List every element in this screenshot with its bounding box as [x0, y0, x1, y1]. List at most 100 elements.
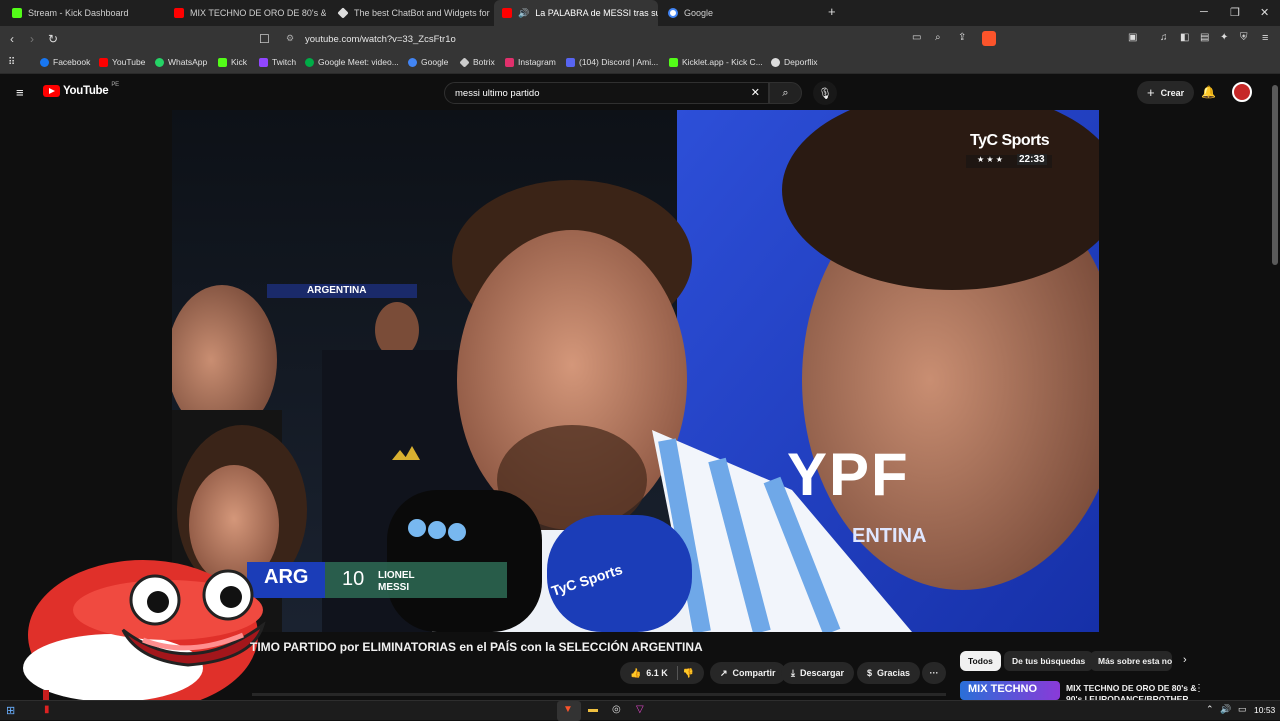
kicklet-icon [669, 57, 678, 67]
restore-icon[interactable]: ❐ [1230, 6, 1240, 19]
cast-icon[interactable]: ▭ [912, 32, 921, 43]
recommended-title[interactable]: MIX TECHNO DE ORO DE 80's & [1066, 683, 1197, 693]
tab-mix-techno[interactable]: MIX TECHNO DE ORO DE 80's & 90's [166, 0, 326, 26]
tab-label: The best ChatBot and Widgets for Ki [354, 8, 490, 18]
tab-label: La PALABRA de MESSI tras su [535, 8, 658, 18]
tray-chevron-icon[interactable]: ⌃ [1206, 704, 1214, 715]
search-button[interactable]: ⌕ [769, 82, 802, 104]
kebab-menu-icon[interactable]: ⋮ [1194, 683, 1204, 694]
brave-shield-icon[interactable] [982, 31, 996, 46]
twitch-icon [259, 57, 268, 67]
ypf-sponsor-text: YPF [787, 441, 910, 508]
forward-icon[interactable]: › [30, 32, 34, 46]
bookmark-whatsapp[interactable]: WhatsApp [155, 57, 207, 67]
bookmark-icon[interactable]: ☐ [259, 32, 270, 46]
download-button[interactable]: ⤓ Descargar [781, 662, 855, 684]
notifications-bell-icon[interactable]: 🔔 [1201, 85, 1216, 99]
chip-more-about[interactable]: Más sobre esta not [1090, 651, 1172, 671]
bookmark-botrix[interactable]: Botrix [459, 56, 495, 68]
tab-kick-dashboard[interactable]: Stream - Kick Dashboard [4, 0, 164, 26]
create-label: Crear [1160, 87, 1185, 98]
network-icon[interactable]: ▭ [1238, 704, 1247, 715]
file-explorer-icon[interactable]: ▬ [588, 704, 598, 715]
thumbnail-text: MIX TECHNO [968, 683, 1038, 695]
thanks-label: Gracias [877, 668, 911, 678]
music-icon[interactable]: ♫ [1160, 32, 1168, 43]
tab-google[interactable]: Google [660, 0, 820, 26]
chip-from-searches[interactable]: De tus búsquedas [1004, 651, 1094, 671]
system-clock[interactable]: 10:53 [1254, 705, 1275, 715]
search-query: messi ultimo partido [455, 87, 540, 99]
share-button[interactable]: ↗ Compartir [710, 662, 786, 684]
speaker-icon[interactable]: 🔊 [518, 8, 529, 19]
pinned-app-icon[interactable]: ▮ [44, 704, 50, 715]
reload-icon[interactable]: ↻ [48, 32, 58, 46]
obs-icon[interactable]: ◎ [612, 704, 621, 715]
tab-chatbot[interactable]: The best ChatBot and Widgets for Ki [330, 0, 490, 26]
hamburger-menu-icon[interactable]: ≡ [16, 85, 24, 100]
url-text: youtube.com/watch?v=33_ZcsFtr1o [305, 34, 456, 45]
sponsor-subtext: ENTINA [852, 525, 927, 547]
avatar[interactable] [1232, 82, 1252, 102]
address-bar[interactable]: ⚙ youtube.com/watch?v=33_ZcsFtr1o [280, 29, 1000, 50]
like-button[interactable]: 👍 6.1 K 👎 [620, 662, 704, 684]
kick-icon [218, 57, 227, 67]
back-icon[interactable]: ‹ [10, 32, 14, 46]
more-actions-button[interactable]: ··· [922, 662, 946, 684]
youtube-header: ≡ YouTube PE messi ultimo partido ✕ ⌕ 🎙 … [0, 75, 1280, 110]
menu-icon[interactable]: ≡ [1262, 32, 1268, 44]
microphone-icon: 🎙 [818, 87, 832, 100]
botrix-icon [459, 56, 470, 68]
youtube-logo[interactable]: YouTube PE [43, 82, 119, 97]
windows-taskbar: ⊞ ▮ ▼ ▬ ◎ ▽ ⌃ 🔊 ▭ 10:53 [0, 700, 1280, 721]
tab-messi-video[interactable]: 🔊 La PALABRA de MESSI tras su ✕ [494, 0, 658, 26]
chevron-right-icon[interactable]: › [1183, 654, 1187, 666]
share-icon: ↗ [720, 667, 728, 678]
bookmark-kick[interactable]: Kick [218, 57, 247, 67]
thanks-button[interactable]: $ Gracias [857, 662, 921, 684]
bookmark-discord[interactable]: (104) Discord | Ami... [566, 57, 658, 67]
region-code: PE [111, 82, 119, 88]
minimize-icon[interactable]: ─ [1200, 6, 1208, 18]
screenshot-icon[interactable]: ▣ [1128, 32, 1137, 43]
clear-search-icon[interactable]: ✕ [751, 86, 760, 99]
streamlabs-icon[interactable]: ▽ [636, 704, 644, 715]
bookmark-youtube[interactable]: YouTube [99, 57, 145, 67]
sidebar-icon[interactable]: ◧ [1180, 32, 1189, 43]
tab-label: Google [684, 8, 714, 18]
bookmarks-bar: ⠿ Facebook YouTube WhatsApp Kick Twitch … [0, 53, 1280, 74]
vpn-icon[interactable]: ⛨ [1240, 32, 1248, 43]
chip-all[interactable]: Todos [960, 651, 1001, 671]
wallet-icon[interactable]: ▤ [1200, 32, 1209, 43]
facebook-icon [40, 57, 49, 67]
bookmark-google-meet[interactable]: Google Meet: video... [305, 57, 399, 67]
recommended-thumbnail[interactable]: MIX TECHNO [960, 681, 1060, 700]
bookmark-deporflix[interactable]: Deporflix [771, 57, 818, 67]
apps-icon[interactable]: ⠿ [8, 57, 15, 68]
volume-icon[interactable]: 🔊 [1220, 704, 1231, 715]
video-title: TIMO PARTIDO por ELIMINATORIAS en el PAÍ… [250, 640, 703, 654]
voice-search-button[interactable]: 🎙 [813, 81, 837, 105]
page-scrollbar[interactable] [1272, 85, 1278, 265]
lower-third-last-name: MESSI [378, 582, 410, 593]
video-player[interactable]: TyC Sports ★ ★ ★ 22:33 YPF ENTINA ARGENT… [172, 110, 1099, 632]
bookmark-google[interactable]: Google [408, 57, 448, 67]
leo-icon[interactable]: ✦ [1220, 32, 1228, 43]
create-button[interactable]: + Crear [1137, 81, 1195, 104]
close-window-icon[interactable]: ✕ [1260, 6, 1269, 19]
site-info-icon[interactable]: ⚙ [286, 33, 294, 44]
bookmark-facebook[interactable]: Facebook [40, 57, 90, 67]
bookmark-kicklet[interactable]: Kicklet.app - Kick C... [669, 57, 763, 67]
new-tab-button[interactable]: + [828, 4, 836, 19]
windows-start-icon[interactable]: ⊞ [6, 704, 15, 717]
bookmark-instagram[interactable]: Instagram [505, 57, 556, 67]
search-input[interactable]: messi ultimo partido ✕ [444, 82, 769, 104]
share-icon[interactable]: ⇪ [958, 32, 966, 43]
thumbs-down-icon[interactable]: 👎 [683, 668, 694, 679]
youtube-play-icon [43, 85, 60, 97]
bookmark-twitch[interactable]: Twitch [259, 57, 296, 67]
zoom-icon[interactable]: ⌕ [935, 32, 941, 43]
video-frame [172, 110, 1099, 632]
stars-icon: ★ ★ ★ [977, 155, 1003, 164]
youtube-icon [99, 57, 108, 67]
